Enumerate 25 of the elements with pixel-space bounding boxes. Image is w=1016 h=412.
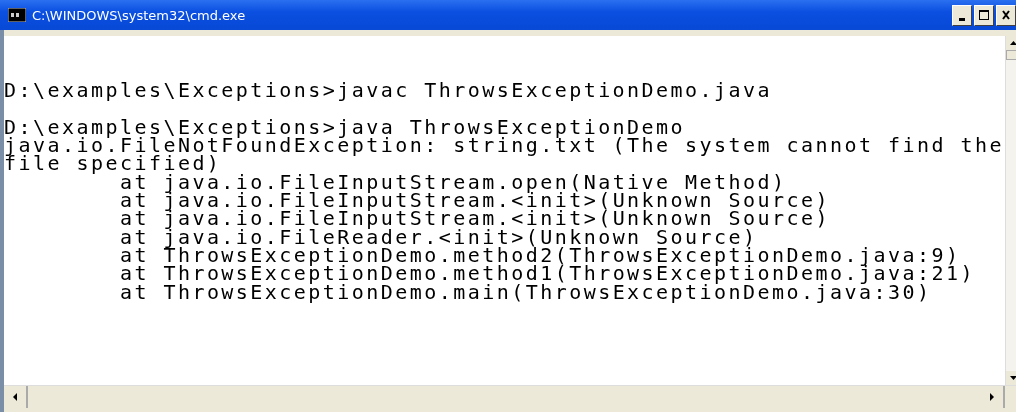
horizontal-scrollbar[interactable] [4,385,1016,408]
close-icon [1001,8,1011,22]
vertical-scrollbar[interactable] [1005,36,1016,385]
maximize-icon [978,8,990,22]
minimize-icon [959,17,965,21]
scroll-up-button[interactable] [1006,36,1016,50]
output-line: at java.io.FileInputStream.<init>(Unknown Source) [118,209,831,228]
command-line: D:\examples\Exceptions>java ThrowsExceptionDemo [4,117,687,137]
command-line: D:\examples\Exceptions>javac ThrowsExceptionDemo.java [4,81,774,100]
left-arrow-icon [13,393,17,401]
up-arrow-icon [1009,41,1016,45]
output-line: at java.io.FileInputStream.open(Native Method) [119,172,787,192]
scroll-down-button[interactable] [1006,371,1016,385]
window-title: C:\WINDOWS\system32\cmd.exe [32,7,247,23]
output-line: file specified) [4,154,222,173]
right-arrow-icon [990,393,994,401]
down-arrow-icon [1009,376,1016,380]
output-line: java.io.FileNotFoundException: string.txt (The system cannot find the [4,136,1005,155]
scroll-thumb[interactable] [1006,50,1016,60]
console-icon [8,8,26,22]
minimize-button[interactable] [952,4,972,26]
maximize-button[interactable] [974,4,994,26]
output-line: at ThrowsExceptionDemo.method1(ThrowsExceptionDemo.java:21) [118,264,976,283]
close-button[interactable] [996,4,1016,26]
output-line: at java.io.FileInputStream.<init>(Unknown Source) [118,191,831,210]
